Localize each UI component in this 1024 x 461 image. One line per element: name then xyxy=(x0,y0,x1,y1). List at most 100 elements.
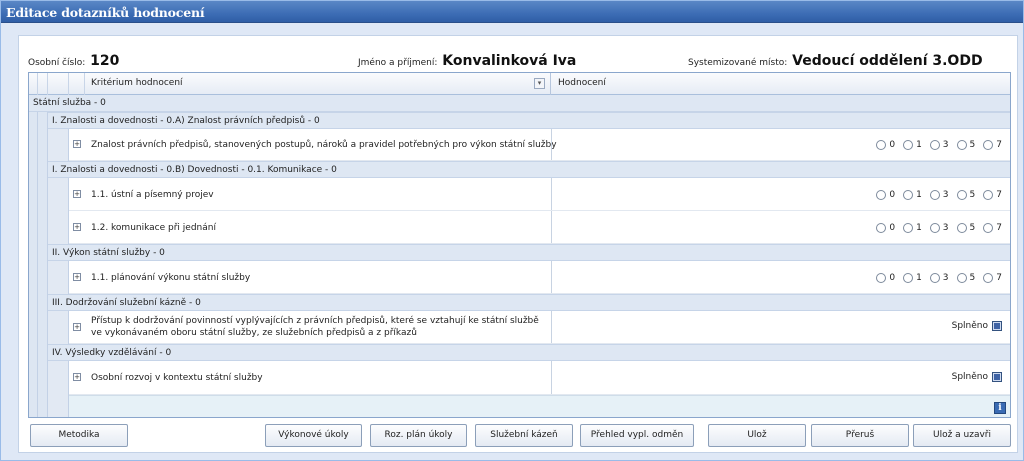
rating-radio-group[interactable]: 0 1 3 5 7 xyxy=(868,222,1002,234)
tree-gutter xyxy=(48,261,69,294)
rating-option-5[interactable]: 5 xyxy=(956,189,976,201)
radio-icon[interactable] xyxy=(956,273,967,283)
criterion-row[interactable]: + Osobní rozvoj v kontextu státní služby… xyxy=(69,361,1010,395)
column-divider xyxy=(551,211,552,243)
rating-option-7[interactable]: 7 xyxy=(983,222,1002,234)
radio-icon[interactable] xyxy=(876,140,887,150)
group-row[interactable]: III. Dodržování služební kázně - 0 xyxy=(48,294,1010,311)
criterion-row[interactable]: + Přístup k dodržování povinností vyplýv… xyxy=(69,311,1010,344)
radio-icon[interactable] xyxy=(903,223,914,233)
radio-icon[interactable] xyxy=(983,273,994,283)
column-menu-icon[interactable]: ▾ xyxy=(534,78,545,89)
rating-radio-group[interactable]: 0 1 3 5 7 xyxy=(868,139,1002,151)
service-discipline-button[interactable]: Služební kázeň xyxy=(475,424,573,447)
rating-option-5[interactable]: 5 xyxy=(956,139,976,151)
expand-icon[interactable]: + xyxy=(73,223,81,231)
grid-body: Státní služba - 0 I. Znalosti a dovednos… xyxy=(29,95,1010,417)
checkbox-checked-icon[interactable] xyxy=(992,372,1002,382)
criterion-row[interactable]: + 1.1. plánování výkonu státní služby 0 … xyxy=(69,261,1010,294)
radio-icon[interactable] xyxy=(956,223,967,233)
rating-option-5[interactable]: 5 xyxy=(956,222,975,234)
criterion-label: 1.1. ústní a písemný projev xyxy=(91,190,214,200)
group-row-root[interactable]: Státní služba - 0 xyxy=(29,95,1010,112)
radio-icon[interactable] xyxy=(876,190,887,200)
radio-icon[interactable] xyxy=(903,190,914,200)
performance-tasks-button[interactable]: Výkonové úkoly xyxy=(265,424,362,447)
grid-footer: i xyxy=(69,395,1010,417)
radio-icon[interactable] xyxy=(983,190,994,200)
fulfilled-label: Splněno xyxy=(951,321,988,331)
expand-icon[interactable]: + xyxy=(73,373,81,381)
criterion-label: Osobní rozvoj v kontextu státní služby xyxy=(91,373,263,383)
radio-icon[interactable] xyxy=(876,273,887,283)
column-header-rating-label: Hodnocení xyxy=(558,78,606,88)
criterion-row[interactable]: + 1.2. komunikace při jednání 0 1 3 5 7 xyxy=(69,211,1010,244)
radio-icon[interactable] xyxy=(983,140,994,150)
checkbox-checked-icon[interactable] xyxy=(992,321,1002,331)
save-button[interactable]: Ulož xyxy=(708,424,806,447)
employee-name-value: Konvalinková Iva xyxy=(442,53,577,69)
group-row[interactable]: II. Výkon státní služby - 0 xyxy=(48,244,1010,261)
info-icon[interactable]: i xyxy=(994,402,1006,414)
radio-icon[interactable] xyxy=(929,190,940,200)
radio-icon[interactable] xyxy=(903,273,914,283)
expand-icon[interactable]: + xyxy=(73,273,81,281)
rating-radio-group[interactable]: 0 1 3 5 7 xyxy=(868,189,1002,201)
group-row[interactable]: IV. Výsledky vzdělávání - 0 xyxy=(48,344,1010,361)
rating-option-3[interactable]: 3 xyxy=(929,222,949,234)
development-plan-button[interactable]: Roz. plán úkoly xyxy=(370,424,467,447)
rating-option-label: 5 xyxy=(969,140,976,150)
radio-icon[interactable] xyxy=(876,223,887,233)
header-gutter xyxy=(38,73,48,95)
rating-option-1[interactable]: 1 xyxy=(903,139,922,151)
radio-icon[interactable] xyxy=(983,223,994,233)
personal-number-value: 120 xyxy=(90,53,120,69)
column-header-criterion[interactable]: Kritérium hodnocení ▾ xyxy=(85,73,551,95)
tree-gutter xyxy=(48,311,69,344)
criterion-row[interactable]: + Znalost právních předpisů, stanovených… xyxy=(69,129,1010,161)
rating-option-1[interactable]: 1 xyxy=(903,222,922,234)
rating-option-0[interactable]: 0 xyxy=(876,272,895,284)
rating-option-label: 0 xyxy=(889,273,896,283)
save-and-close-button[interactable]: Ulož a uzavři xyxy=(913,424,1011,447)
rating-option-7[interactable]: 7 xyxy=(983,139,1002,151)
metodika-button[interactable]: Metodika xyxy=(30,424,128,447)
rating-option-1[interactable]: 1 xyxy=(903,272,922,284)
radio-icon[interactable] xyxy=(929,140,940,150)
criterion-label: Znalost právních předpisů, stanovených p… xyxy=(91,140,557,150)
rating-option-3[interactable]: 3 xyxy=(929,189,949,201)
rating-option-7[interactable]: 7 xyxy=(983,272,1002,284)
group-row[interactable]: I. Znalosti a dovednosti - 0.B) Dovednos… xyxy=(48,161,1010,178)
rating-option-0[interactable]: 0 xyxy=(876,222,895,234)
radio-icon[interactable] xyxy=(903,140,914,150)
interrupt-button[interactable]: Přeruš xyxy=(811,424,909,447)
personal-number-label: Osobní číslo: xyxy=(28,58,86,68)
criterion-label: Přístup k dodržování povinností vyplývaj… xyxy=(91,316,539,338)
radio-icon[interactable] xyxy=(956,190,967,200)
fulfilled-checkbox[interactable]: Splněno xyxy=(952,321,1002,331)
column-header-criterion-label: Kritérium hodnocení xyxy=(91,78,183,88)
rating-option-5[interactable]: 5 xyxy=(956,272,975,284)
rewards-overview-button[interactable]: Přehled vypl. odměn xyxy=(580,424,694,447)
rating-option-7[interactable]: 7 xyxy=(983,189,1002,201)
rating-option-0[interactable]: 0 xyxy=(876,189,895,201)
radio-icon[interactable] xyxy=(929,223,940,233)
radio-icon[interactable] xyxy=(956,140,967,150)
criterion-row[interactable]: + 1.1. ústní a písemný projev 0 1 3 5 7 xyxy=(69,178,1010,211)
expand-icon[interactable]: + xyxy=(73,140,81,148)
expand-icon[interactable]: + xyxy=(73,323,81,331)
window-title: Editace dotazníků hodnocení xyxy=(6,5,205,20)
radio-icon[interactable] xyxy=(929,273,940,283)
group-row[interactable]: I. Znalosti a dovednosti - 0.A) Znalost … xyxy=(48,112,1010,129)
rating-option-label: 5 xyxy=(969,190,976,200)
rating-option-3[interactable]: 3 xyxy=(929,139,949,151)
rating-radio-group[interactable]: 0 1 3 5 7 xyxy=(868,272,1002,284)
rating-option-label: 0 xyxy=(889,223,896,233)
rating-option-1[interactable]: 1 xyxy=(903,189,922,201)
rating-option-3[interactable]: 3 xyxy=(929,272,949,284)
rating-option-0[interactable]: 0 xyxy=(876,139,895,151)
column-header-rating[interactable]: Hodnocení xyxy=(552,73,1010,95)
rating-option-label: 7 xyxy=(996,273,1002,283)
fulfilled-checkbox[interactable]: Splněno xyxy=(952,372,1002,382)
expand-icon[interactable]: + xyxy=(73,190,81,198)
